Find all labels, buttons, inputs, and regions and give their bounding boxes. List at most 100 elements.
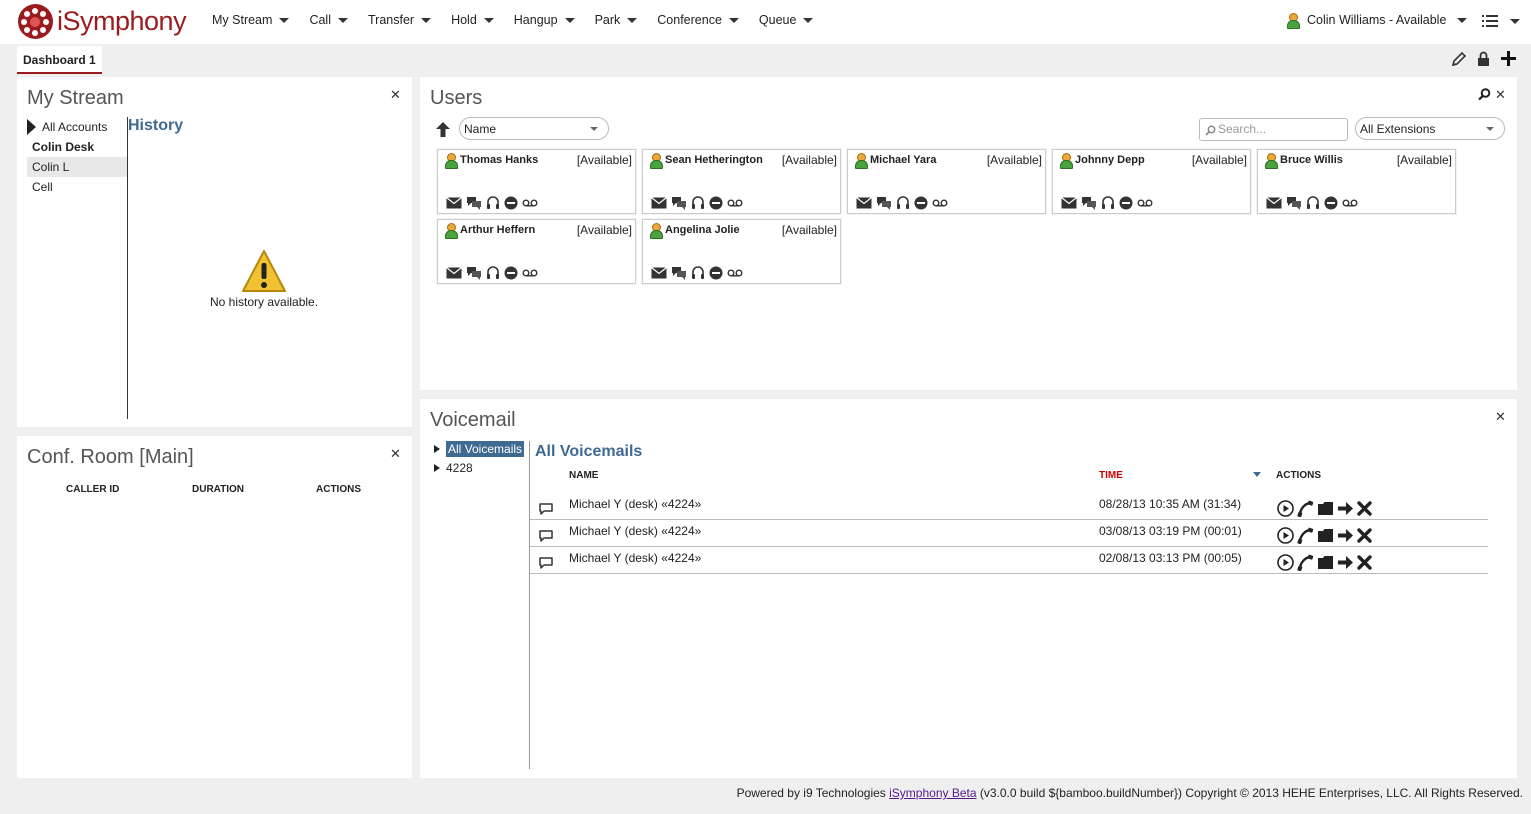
delete-icon[interactable] [1357, 528, 1372, 543]
chat-icon[interactable] [876, 196, 892, 210]
pencil-icon[interactable] [1451, 51, 1467, 67]
account-item-colin-desk[interactable]: Colin Desk [27, 137, 127, 157]
menu-transfer[interactable]: Transfer [368, 13, 432, 27]
account-item-cell[interactable]: Cell [27, 177, 127, 197]
user-card[interactable]: Angelina Jolie [Available] [642, 219, 841, 284]
sort-descending-icon[interactable] [1253, 472, 1261, 477]
forward-arrow-icon[interactable] [1337, 501, 1354, 516]
chat-icon[interactable] [1081, 196, 1097, 210]
folder-icon[interactable] [1317, 555, 1334, 570]
forward-arrow-icon[interactable] [1337, 555, 1354, 570]
do-not-disturb-icon[interactable] [1119, 196, 1133, 210]
delete-icon[interactable] [1357, 501, 1372, 516]
headset-icon[interactable] [1101, 196, 1115, 210]
voicemail-row[interactable]: Michael Y (desk) «4224» 02/08/13 03:13 P… [530, 547, 1488, 574]
forward-arrow-icon[interactable] [1337, 528, 1354, 543]
search-icon[interactable] [1478, 88, 1491, 101]
tab-dashboard-1[interactable]: Dashboard 1 [17, 46, 102, 74]
folder-icon[interactable] [1317, 528, 1334, 543]
user-card[interactable]: Bruce Willis [Available] [1257, 149, 1456, 214]
headset-icon[interactable] [691, 196, 705, 210]
user-card[interactable]: Johnny Depp [Available] [1052, 149, 1251, 214]
headset-icon[interactable] [691, 266, 705, 280]
email-icon[interactable] [446, 197, 462, 209]
menu-hold[interactable]: Hold [451, 13, 494, 27]
headset-icon[interactable] [486, 196, 500, 210]
voicemail-icon[interactable] [932, 198, 948, 208]
chat-icon[interactable] [671, 266, 687, 280]
email-icon[interactable] [1266, 197, 1282, 209]
delete-icon[interactable] [1357, 555, 1372, 570]
menu-hangup[interactable]: Hangup [514, 13, 575, 27]
voicemail-icon[interactable] [522, 268, 538, 278]
app-logo[interactable]: iSymphony [18, 3, 187, 39]
menu-call[interactable]: Call [309, 13, 348, 27]
close-icon[interactable]: ✕ [1495, 87, 1506, 103]
do-not-disturb-icon[interactable] [914, 196, 928, 210]
sort-select[interactable]: Name [459, 117, 609, 140]
email-icon[interactable] [856, 197, 872, 209]
lock-icon[interactable] [1477, 51, 1490, 67]
extension-filter-select[interactable]: All Extensions [1355, 117, 1505, 140]
voicemail-icon[interactable] [727, 198, 743, 208]
voicemail-row[interactable]: Michael Y (desk) «4224» 03/08/13 03:19 P… [530, 520, 1488, 547]
column-header-caller-id[interactable]: CALLER ID [66, 484, 119, 495]
panel-title: My Stream [27, 87, 124, 109]
headset-icon[interactable] [1306, 196, 1320, 210]
voicemail-icon[interactable] [1137, 198, 1153, 208]
close-icon[interactable]: ✕ [390, 446, 401, 462]
phone-icon[interactable] [1297, 527, 1314, 544]
user-card[interactable]: Arthur Heffern [Available] [437, 219, 636, 284]
add-icon[interactable] [1500, 50, 1517, 67]
phone-icon[interactable] [1297, 554, 1314, 571]
account-item-all[interactable]: All Accounts [27, 117, 127, 137]
voicemail-row[interactable]: Michael Y (desk) «4224» 08/28/13 10:35 A… [530, 493, 1488, 520]
chat-icon[interactable] [1286, 196, 1302, 210]
headset-icon[interactable] [486, 266, 500, 280]
tree-item-4228[interactable]: 4228 [434, 458, 529, 477]
close-icon[interactable]: ✕ [390, 87, 401, 103]
chat-icon[interactable] [671, 196, 687, 210]
menu-conference[interactable]: Conference [657, 13, 739, 27]
chevron-down-icon[interactable] [1510, 19, 1520, 24]
play-icon[interactable] [1277, 500, 1294, 517]
sort-ascending-arrow-icon[interactable] [434, 121, 452, 138]
footer-link[interactable]: iSymphony Beta [889, 786, 976, 800]
phone-icon[interactable] [1297, 500, 1314, 517]
chat-icon[interactable] [466, 266, 482, 280]
voicemail-icon[interactable] [727, 268, 743, 278]
play-icon[interactable] [1277, 527, 1294, 544]
email-icon[interactable] [446, 267, 462, 279]
headset-icon[interactable] [896, 196, 910, 210]
user-search-input[interactable]: Search... [1199, 118, 1348, 141]
folder-icon[interactable] [1317, 501, 1334, 516]
email-icon[interactable] [651, 197, 667, 209]
warning-icon [242, 250, 286, 292]
list-menu-icon[interactable] [1482, 14, 1498, 28]
do-not-disturb-icon[interactable] [1324, 196, 1338, 210]
user-card[interactable]: Sean Hetherington [Available] [642, 149, 841, 214]
email-icon[interactable] [1061, 197, 1077, 209]
account-item-colin-l[interactable]: Colin L [27, 157, 127, 177]
chat-icon[interactable] [466, 196, 482, 210]
column-header-time[interactable]: TIME [1099, 470, 1123, 481]
user-status-dropdown[interactable]: Colin Williams - Available [1286, 13, 1468, 29]
email-icon[interactable] [651, 267, 667, 279]
play-icon[interactable] [1277, 554, 1294, 571]
menu-park[interactable]: Park [595, 13, 638, 27]
do-not-disturb-icon[interactable] [504, 196, 518, 210]
do-not-disturb-icon[interactable] [709, 266, 723, 280]
do-not-disturb-icon[interactable] [504, 266, 518, 280]
user-card[interactable]: Michael Yara [Available] [847, 149, 1046, 214]
menu-my-stream[interactable]: My Stream [212, 13, 290, 27]
tree-item-all-voicemails[interactable]: All Voicemails [434, 439, 529, 458]
do-not-disturb-icon[interactable] [709, 196, 723, 210]
column-header-name[interactable]: NAME [569, 470, 598, 481]
user-card[interactable]: Thomas Hanks [Available] [437, 149, 636, 214]
menu-queue[interactable]: Queue [759, 13, 814, 27]
voicemail-icon[interactable] [522, 198, 538, 208]
voicemail-icon[interactable] [1342, 198, 1358, 208]
column-header-duration[interactable]: DURATION [192, 484, 244, 495]
close-icon[interactable]: ✕ [1495, 409, 1506, 425]
menu-label: My Stream [212, 13, 273, 27]
